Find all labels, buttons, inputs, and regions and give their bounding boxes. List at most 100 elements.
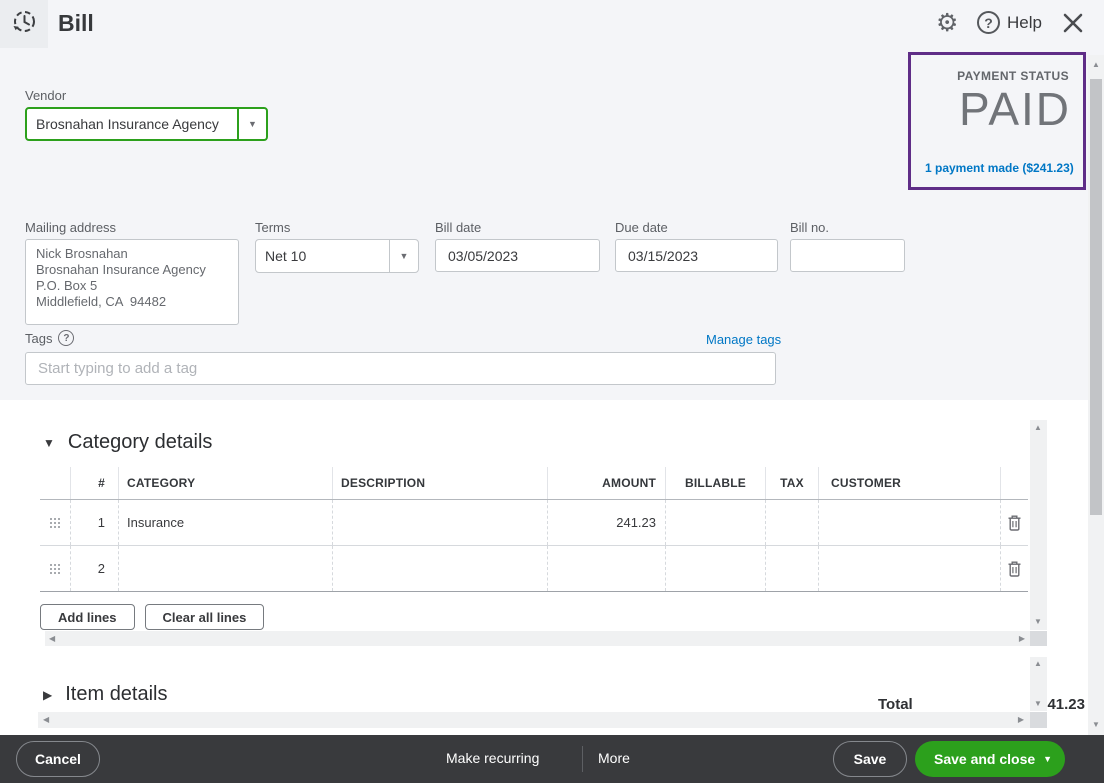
- tax-cell[interactable]: [765, 500, 818, 545]
- scroll-right-icon[interactable]: ▶: [1019, 635, 1025, 643]
- table-row: 1 Insurance 241.23: [40, 500, 1028, 546]
- expand-triangle-icon: ▶: [43, 688, 52, 702]
- scroll-right-icon[interactable]: ▶: [1018, 716, 1024, 724]
- history-clock-icon: [10, 8, 38, 41]
- category-vertical-scrollbar[interactable]: ▲ ▼: [1030, 420, 1047, 630]
- scroll-up-icon[interactable]: ▲: [1092, 61, 1100, 69]
- category-cell[interactable]: Insurance: [118, 500, 332, 545]
- scroll-down-icon[interactable]: ▼: [1092, 721, 1100, 729]
- billable-cell[interactable]: [665, 546, 765, 591]
- tags-help-icon[interactable]: ?: [58, 330, 74, 346]
- scrollbar-thumb[interactable]: [1090, 79, 1102, 515]
- item-details-title: Item details: [65, 683, 167, 706]
- due-date-input[interactable]: [615, 239, 778, 272]
- tags-input[interactable]: [25, 352, 776, 385]
- amount-cell[interactable]: [547, 546, 665, 591]
- col-header-tax: TAX: [765, 467, 818, 499]
- help-button[interactable]: ? Help: [977, 11, 1042, 34]
- scroll-up-icon[interactable]: ▲: [1034, 424, 1042, 432]
- col-header-billable: BILLABLE: [665, 467, 765, 499]
- more-button[interactable]: More: [598, 750, 630, 766]
- scroll-left-icon[interactable]: ◀: [43, 716, 49, 724]
- col-header-customer: CUSTOMER: [818, 467, 1000, 499]
- bottom-horizontal-scrollbar[interactable]: ◀ ▶: [38, 712, 1030, 728]
- collapse-triangle-icon: ▼: [43, 436, 55, 450]
- drag-handle-icon[interactable]: [40, 546, 70, 591]
- save-and-close-label: Save and close: [934, 751, 1035, 767]
- terms-label: Terms: [255, 220, 290, 235]
- col-header-amount: AMOUNT: [547, 467, 665, 499]
- category-horizontal-scrollbar[interactable]: ◀ ▶: [45, 631, 1030, 646]
- trash-icon[interactable]: [1000, 500, 1028, 545]
- bill-no-input[interactable]: [790, 239, 905, 272]
- scroll-down-icon[interactable]: ▼: [1034, 618, 1042, 626]
- row-number: 1: [70, 500, 118, 545]
- category-details-title: Category details: [68, 431, 213, 454]
- col-header-num: #: [70, 467, 118, 499]
- gear-icon[interactable]: ⚙: [936, 8, 958, 37]
- footer-divider: [582, 746, 583, 772]
- help-question-icon: ?: [977, 11, 1000, 34]
- chevron-down-icon[interactable]: ▼: [1043, 754, 1052, 764]
- bill-date-label: Bill date: [435, 220, 481, 235]
- chevron-down-icon[interactable]: ▼: [237, 109, 266, 139]
- help-label: Help: [1007, 13, 1042, 33]
- footer-bar: Cancel Make recurring More Save Save and…: [0, 735, 1104, 783]
- item-details-toggle[interactable]: ▶ Item details: [43, 683, 168, 706]
- row-number: 2: [70, 546, 118, 591]
- billable-cell[interactable]: [665, 500, 765, 545]
- payment-status-panel: PAYMENT STATUS PAID 1 payment made ($241…: [908, 52, 1086, 190]
- payment-status-label: PAYMENT STATUS: [911, 69, 1083, 83]
- scroll-up-icon[interactable]: ▲: [1034, 660, 1042, 668]
- payment-status-value: PAID: [911, 85, 1083, 133]
- cancel-button[interactable]: Cancel: [16, 741, 100, 777]
- scroll-down-icon[interactable]: ▼: [1034, 700, 1042, 708]
- clear-all-lines-button[interactable]: Clear all lines: [145, 604, 265, 630]
- category-details-toggle[interactable]: ▼ Category details: [43, 431, 212, 454]
- make-recurring-button[interactable]: Make recurring: [446, 750, 539, 766]
- save-button[interactable]: Save: [833, 741, 907, 777]
- vendor-select[interactable]: Brosnahan Insurance Agency ▼: [25, 107, 268, 141]
- table-row: 2: [40, 546, 1028, 592]
- terms-value: Net 10: [256, 240, 389, 272]
- mailing-address-field[interactable]: Nick Brosnahan Brosnahan Insurance Agenc…: [25, 239, 239, 325]
- description-cell[interactable]: [332, 500, 547, 545]
- item-vertical-scrollbar[interactable]: ▲ ▼: [1030, 657, 1047, 711]
- col-header-description: DESCRIPTION: [332, 467, 547, 499]
- total-row: Total $241.23: [878, 696, 1085, 712]
- close-icon[interactable]: [1060, 10, 1086, 41]
- page-title: Bill: [58, 10, 94, 37]
- drag-handle-icon[interactable]: [40, 500, 70, 545]
- vendor-value: Brosnahan Insurance Agency: [27, 109, 237, 139]
- tags-label: Tags: [25, 331, 52, 346]
- bill-form-window: Bill ⚙ ? Help PAYMENT STATUS PAID 1 paym…: [0, 0, 1104, 783]
- form-header-section: Bill ⚙ ? Help PAYMENT STATUS PAID 1 paym…: [0, 0, 1104, 400]
- scrollbar-corner: [1030, 631, 1047, 646]
- total-label: Total: [878, 696, 913, 712]
- recent-transactions-button[interactable]: [0, 0, 48, 48]
- mailing-address-label: Mailing address: [25, 220, 116, 235]
- customer-cell[interactable]: [818, 546, 1000, 591]
- category-cell[interactable]: [118, 546, 332, 591]
- bill-date-input[interactable]: [435, 239, 600, 272]
- payment-made-link[interactable]: 1 payment made ($241.23): [925, 161, 1074, 175]
- main-vertical-scrollbar[interactable]: ▲ ▼: [1088, 55, 1104, 735]
- due-date-label: Due date: [615, 220, 668, 235]
- amount-cell[interactable]: 241.23: [547, 500, 665, 545]
- trash-icon[interactable]: [1000, 546, 1028, 591]
- col-header-category: CATEGORY: [118, 467, 332, 499]
- manage-tags-link[interactable]: Manage tags: [706, 332, 781, 347]
- vendor-label: Vendor: [25, 88, 66, 103]
- chevron-down-icon[interactable]: ▼: [389, 240, 418, 272]
- scroll-left-icon[interactable]: ◀: [49, 635, 55, 643]
- customer-cell[interactable]: [818, 500, 1000, 545]
- bill-no-label: Bill no.: [790, 220, 829, 235]
- add-lines-button[interactable]: Add lines: [40, 604, 135, 630]
- save-and-close-button[interactable]: Save and close ▼: [915, 741, 1065, 777]
- description-cell[interactable]: [332, 546, 547, 591]
- tax-cell[interactable]: [765, 546, 818, 591]
- category-details-table: # CATEGORY DESCRIPTION AMOUNT BILLABLE T…: [40, 467, 1028, 592]
- terms-select[interactable]: Net 10 ▼: [255, 239, 419, 273]
- table-header-row: # CATEGORY DESCRIPTION AMOUNT BILLABLE T…: [40, 467, 1028, 500]
- scrollbar-corner: [1030, 712, 1047, 728]
